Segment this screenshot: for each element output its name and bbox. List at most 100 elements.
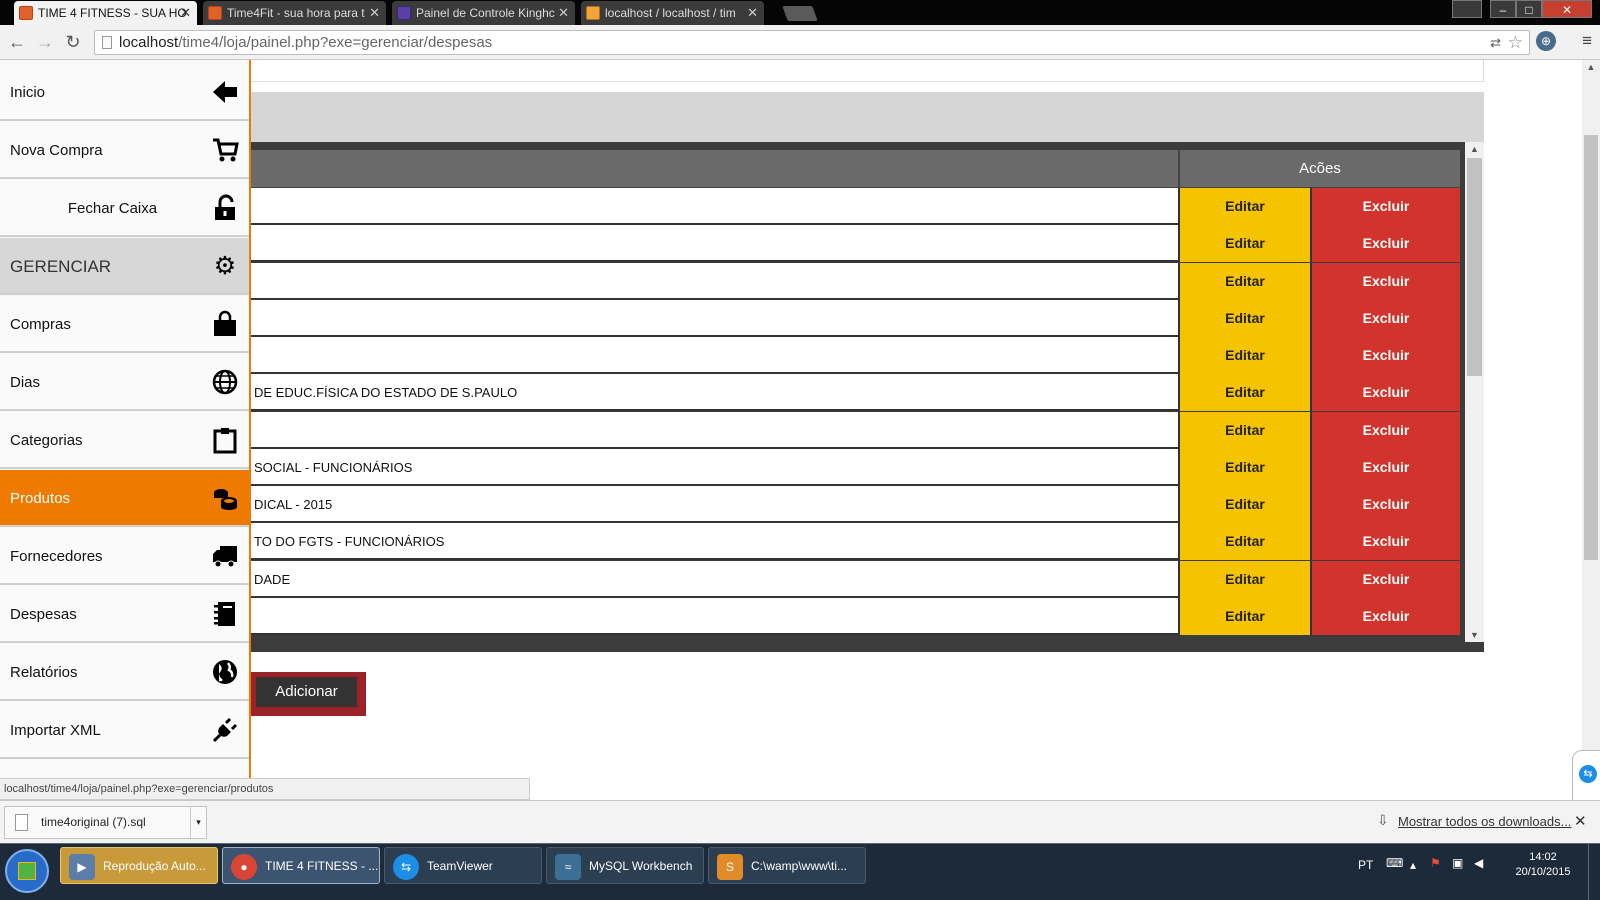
show-all-downloads-link[interactable]: Mostrar todos os downloads...: [1398, 814, 1571, 829]
scroll-down-icon[interactable]: ▼: [1465, 628, 1484, 642]
edit-button[interactable]: Editar: [1178, 597, 1312, 635]
volume-icon[interactable]: ◀: [1474, 856, 1483, 870]
delete-button[interactable]: Excluir: [1312, 486, 1460, 523]
menu-icon[interactable]: ≡: [1582, 31, 1592, 51]
sidebar-item-label: Categorias: [10, 432, 83, 449]
back-arrow-icon[interactable]: ←: [6, 31, 28, 53]
link-status-url: localhost/time4/loja/painel.php?exe=gere…: [0, 778, 530, 800]
action-center-flag-icon[interactable]: ⚑: [1430, 856, 1441, 870]
maximize-button[interactable]: □: [1516, 0, 1542, 18]
expense-description: SOCIAL - FUNCIONÁRIOS: [254, 459, 413, 475]
delete-button[interactable]: Excluir: [1312, 374, 1460, 412]
delete-button[interactable]: Excluir: [1312, 411, 1460, 449]
extension-icon[interactable]: ⊕: [1536, 31, 1556, 51]
plug-icon: [211, 716, 239, 744]
edit-button[interactable]: Editar: [1178, 523, 1312, 561]
task-teamviewer[interactable]: ⇆ TeamViewer: [384, 847, 542, 884]
forward-arrow-icon[interactable]: →: [34, 31, 56, 53]
delete-button[interactable]: Excluir: [1312, 188, 1460, 225]
delete-button[interactable]: Excluir: [1312, 560, 1460, 598]
sidebar-item-produtos[interactable]: Produtos: [0, 470, 249, 527]
minimize-button[interactable]: –: [1490, 0, 1516, 18]
tab-painel-kinghost[interactable]: Painel de Controle Kinghc ✕: [392, 1, 575, 25]
language-indicator[interactable]: PT: [1358, 858, 1373, 872]
tab-phpmyadmin[interactable]: localhost / localhost / tim ✕: [581, 1, 764, 25]
sublime-text-icon: S: [717, 854, 743, 880]
sidebar-item-label: Produtos: [10, 490, 71, 507]
task-sublime-text[interactable]: S C:\wamp\www\ti...: [708, 847, 866, 884]
start-button[interactable]: [5, 849, 49, 893]
arrow-left-icon: [211, 78, 239, 106]
task-mysql-workbench[interactable]: ≈ MySQL Workbench: [546, 847, 704, 884]
sidebar-item-fechar-caixa[interactable]: Fechar Caixa: [0, 180, 249, 237]
sidebar-item-importar-xml[interactable]: Importar XML: [0, 702, 249, 759]
add-button[interactable]: Adicionar: [256, 677, 357, 707]
table-row: Editar Excluir: [250, 337, 1460, 374]
edit-button[interactable]: Editar: [1178, 188, 1312, 225]
delete-button[interactable]: Excluir: [1312, 448, 1460, 486]
close-tab-icon[interactable]: ✕: [558, 1, 569, 25]
chevron-down-icon[interactable]: ▾: [190, 807, 206, 838]
sidebar-item-despesas[interactable]: Despesas: [0, 586, 249, 643]
edit-button[interactable]: Editar: [1178, 225, 1312, 263]
sidebar-item-label: Fornecedores: [10, 548, 103, 565]
tab-time4fitness[interactable]: TIME 4 FITNESS - SUA HO ✕: [14, 1, 197, 25]
download-item[interactable]: time4original (7).sql ▾: [4, 806, 207, 839]
sidebar-item-inicio[interactable]: Inicio: [0, 64, 249, 121]
close-window-button[interactable]: ✕: [1542, 0, 1592, 18]
scroll-thumb[interactable]: [1467, 158, 1482, 376]
edit-button[interactable]: Editar: [1178, 337, 1312, 374]
network-icon[interactable]: ▣: [1452, 856, 1463, 870]
scroll-thumb[interactable]: [1584, 135, 1598, 560]
new-tab-button[interactable]: [782, 6, 818, 21]
user-icon[interactable]: [1452, 0, 1482, 18]
edit-button[interactable]: Editar: [1178, 411, 1312, 449]
table-scrollbar[interactable]: ▲ ▼: [1465, 142, 1484, 642]
sidebar-item-compras[interactable]: Compras: [0, 296, 249, 353]
translate-icon[interactable]: ⇄: [1490, 31, 1501, 54]
page-viewport: Acões Editar Excluir Editar Excluir Editar Ex…: [0, 60, 1600, 800]
edit-button[interactable]: Editar: [1178, 560, 1312, 598]
scroll-up-icon[interactable]: ▲: [1465, 142, 1484, 156]
delete-button[interactable]: Excluir: [1312, 523, 1460, 561]
scroll-up-icon[interactable]: ▲: [1582, 60, 1600, 74]
reload-icon[interactable]: ↻: [62, 31, 84, 53]
close-tab-icon[interactable]: ✕: [747, 1, 758, 25]
edit-button[interactable]: Editar: [1178, 448, 1312, 486]
teamviewer-panel[interactable]: ⇆: [1572, 750, 1600, 800]
coins-icon: [211, 484, 239, 512]
show-desktop-button[interactable]: [1588, 844, 1600, 900]
sidebar-item-relatorios[interactable]: Relatórios: [0, 644, 249, 701]
sidebar-item-nova-compra[interactable]: Nova Compra: [0, 122, 249, 179]
edit-button[interactable]: Editar: [1178, 374, 1312, 412]
keyboard-icon[interactable]: ⌨: [1386, 856, 1403, 870]
table-row: Editar Excluir: [250, 597, 1460, 635]
time4-favicon-icon: [19, 6, 33, 20]
close-tab-icon[interactable]: ✕: [369, 1, 380, 25]
address-bar[interactable]: localhost/time4/loja/painel.php?exe=gere…: [94, 30, 1530, 55]
delete-button[interactable]: Excluir: [1312, 597, 1460, 635]
sidebar-item-fornecedores[interactable]: Fornecedores: [0, 528, 249, 585]
bookmark-star-icon[interactable]: ☆: [1508, 31, 1523, 54]
delete-button[interactable]: Excluir: [1312, 299, 1460, 337]
edit-button[interactable]: Editar: [1178, 299, 1312, 337]
tray-expand-icon[interactable]: ▴: [1410, 858, 1416, 872]
system-clock[interactable]: 14:02 20/10/2015: [1508, 850, 1578, 880]
phpmyadmin-favicon-icon: [586, 6, 600, 20]
task-chrome[interactable]: ● TIME 4 FITNESS - ...: [222, 847, 380, 884]
delete-button[interactable]: Excluir: [1312, 262, 1460, 300]
close-icon[interactable]: ✕: [1574, 812, 1587, 830]
globe-icon: [211, 368, 239, 396]
expense-description: TO DO FGTS - FUNCIONÁRIOS: [254, 534, 445, 550]
delete-button[interactable]: Excluir: [1312, 225, 1460, 263]
sidebar-item-categorias[interactable]: Categorias: [0, 412, 249, 469]
edit-button[interactable]: Editar: [1178, 486, 1312, 523]
close-tab-icon[interactable]: ✕: [180, 1, 191, 25]
teamviewer-icon[interactable]: ⇆: [1579, 765, 1597, 783]
task-reproducao-auto[interactable]: ▶ Reprodução Auto...: [60, 847, 218, 884]
edit-button[interactable]: Editar: [1178, 262, 1312, 300]
delete-button[interactable]: Excluir: [1312, 337, 1460, 374]
tab-time4fit[interactable]: Time4Fit - sua hora para t ✕: [203, 1, 386, 25]
page-scrollbar[interactable]: ▲ ▼: [1582, 60, 1600, 800]
sidebar-item-dias[interactable]: Dias: [0, 354, 249, 411]
